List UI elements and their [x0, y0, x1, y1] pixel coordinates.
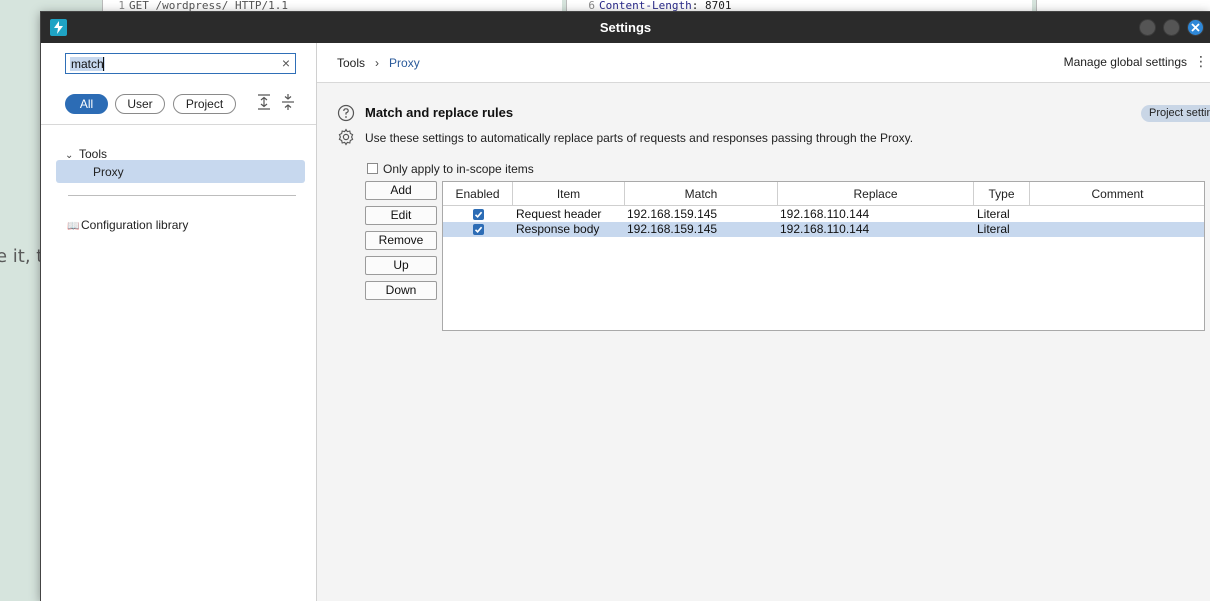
edit-button[interactable]: Edit	[365, 206, 437, 225]
column-header-enabled[interactable]: Enabled	[443, 182, 513, 206]
configuration-library-label: Configuration library	[81, 218, 189, 232]
in-scope-checkbox[interactable]	[367, 163, 378, 174]
project-settings-badge: Project settings	[1141, 105, 1210, 122]
column-header-item[interactable]: Item	[513, 182, 625, 206]
enabled-checkbox[interactable]	[473, 224, 484, 235]
table-row[interactable]: Request header 192.168.159.145 192.168.1…	[443, 207, 1204, 222]
section-title: Match and replace rules	[365, 105, 514, 120]
book-icon: 📖	[67, 221, 80, 232]
breadcrumb-proxy[interactable]: Proxy	[389, 56, 420, 70]
remove-button[interactable]: Remove	[365, 231, 437, 250]
search-input-value: match	[70, 57, 105, 71]
close-button[interactable]	[1187, 19, 1204, 36]
column-header-type[interactable]: Type	[974, 182, 1030, 206]
maximize-button[interactable]	[1163, 19, 1180, 36]
breadcrumb-tools[interactable]: Tools	[337, 56, 365, 70]
checkmark-icon	[474, 211, 483, 218]
in-scope-checkbox-row[interactable]: Only apply to in-scope items	[367, 162, 534, 176]
settings-sidebar: match × All User Project ⌄ Tools Proxy 📖 C…	[41, 43, 317, 601]
filter-user-button[interactable]: User	[115, 94, 165, 114]
settings-content: Tools › Proxy Manage global settings ⋮ Mat…	[317, 43, 1210, 601]
minimize-button[interactable]	[1139, 19, 1156, 36]
more-options-icon[interactable]: ⋮	[1194, 54, 1208, 70]
cell-match: 192.168.159.145	[627, 207, 718, 221]
rules-table[interactable]: Enabled Item Match Replace Type Comment …	[442, 181, 1205, 331]
window-title: Settings	[599, 20, 652, 35]
gear-icon[interactable]	[337, 128, 355, 146]
text-caret	[103, 57, 104, 71]
cell-item: Request header	[516, 207, 602, 221]
breadcrumb: Tools › Proxy	[337, 56, 420, 70]
table-header: Enabled Item Match Replace Type Comment	[443, 182, 1204, 206]
expand-all-icon[interactable]	[256, 93, 272, 111]
column-header-comment[interactable]: Comment	[1030, 182, 1205, 206]
filter-all-button[interactable]: All	[65, 94, 108, 114]
collapse-all-icon[interactable]	[280, 93, 296, 111]
cell-type: Literal	[977, 207, 1010, 221]
title-bar: Settings	[41, 12, 1210, 43]
divider	[68, 195, 296, 196]
cell-match: 192.168.159.145	[627, 222, 718, 236]
cell-replace: 192.168.110.144	[780, 207, 870, 221]
settings-dialog: Settings match × All User Project ⌄Tool	[40, 11, 1210, 601]
table-row[interactable]: Response body 192.168.159.145 192.168.11…	[443, 222, 1204, 237]
cell-type: Literal	[977, 222, 1010, 236]
manage-global-settings-link[interactable]: Manage global settings	[1064, 55, 1187, 69]
in-scope-label: Only apply to in-scope items	[383, 162, 534, 176]
tree-group-tools[interactable]: ⌄ Tools	[65, 147, 107, 161]
down-button[interactable]: Down	[365, 281, 437, 300]
clear-search-icon[interactable]: ×	[282, 55, 290, 71]
configuration-library-link[interactable]: 📖 Configuration library	[67, 218, 188, 232]
section-description: Use these settings to automatically repl…	[365, 131, 914, 145]
add-button[interactable]: Add	[365, 181, 437, 200]
column-header-match[interactable]: Match	[625, 182, 778, 206]
cell-item: Response body	[516, 222, 600, 236]
enabled-checkbox[interactable]	[473, 209, 484, 220]
filter-project-button[interactable]: Project	[173, 94, 236, 114]
checkmark-icon	[474, 226, 483, 233]
column-header-replace[interactable]: Replace	[778, 182, 974, 206]
tree-group-label: Tools	[79, 147, 108, 161]
help-icon[interactable]	[337, 104, 355, 122]
close-icon	[1191, 23, 1200, 32]
divider	[41, 124, 316, 125]
tree-item-proxy[interactable]: Proxy	[56, 160, 305, 183]
up-button[interactable]: Up	[365, 256, 437, 275]
search-input[interactable]: match ×	[65, 53, 296, 74]
tree-item-label: Proxy	[93, 165, 124, 179]
cell-replace: 192.168.110.144	[780, 222, 870, 236]
chevron-right-icon: ›	[375, 56, 380, 70]
settings-panel: Match and replace rules Project settings…	[317, 83, 1210, 601]
